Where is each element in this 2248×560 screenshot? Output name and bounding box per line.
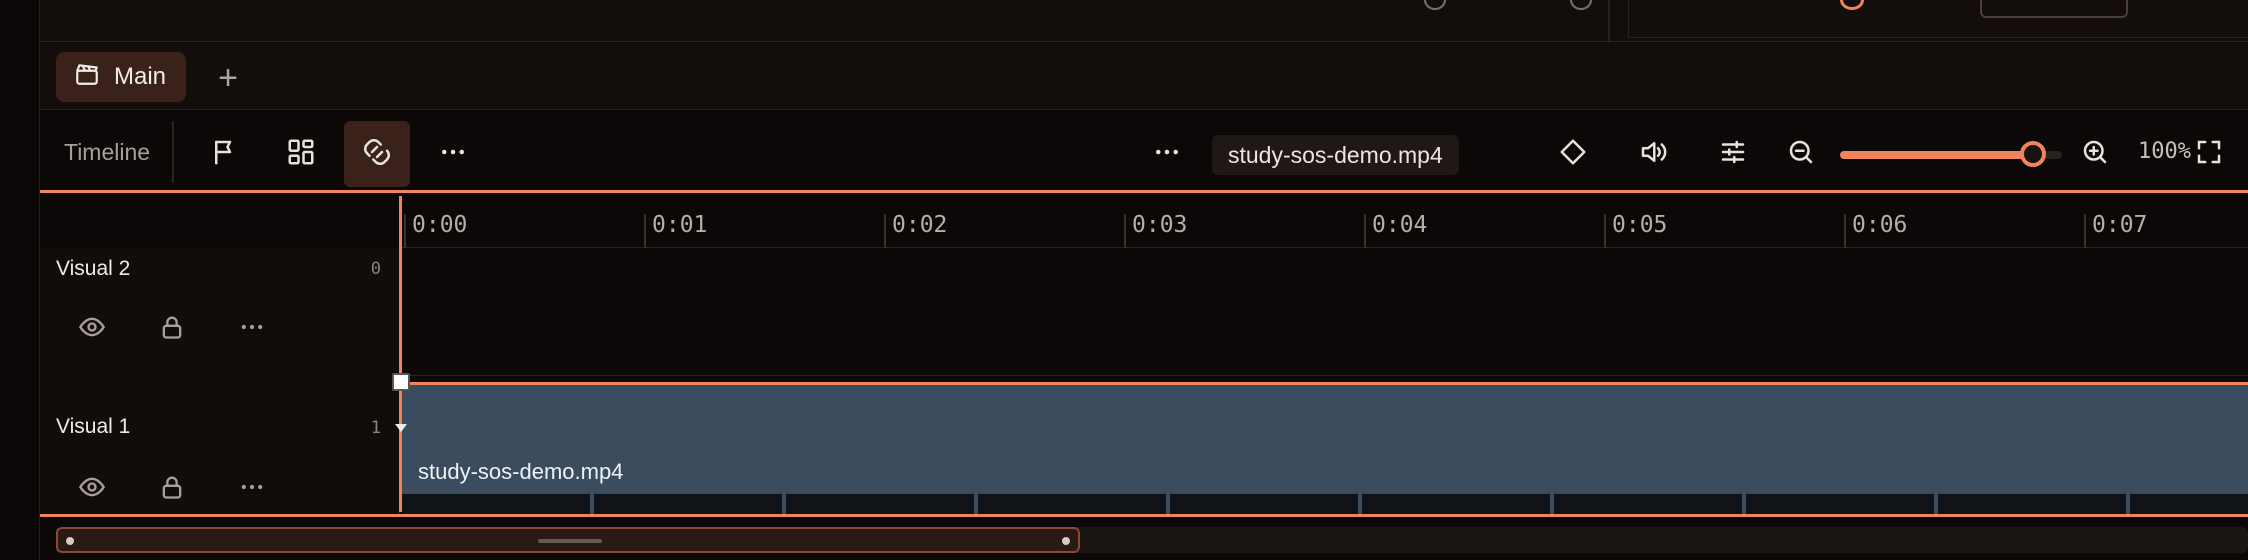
sliders-icon bbox=[1718, 137, 1748, 172]
scrollbar-grip[interactable] bbox=[538, 539, 602, 543]
more-horizontal-icon bbox=[238, 473, 266, 506]
clapperboard-icon bbox=[74, 61, 100, 94]
icon-fragment[interactable] bbox=[1424, 0, 1446, 10]
keyframe-button[interactable] bbox=[1540, 121, 1606, 187]
ruler-tick-label: 0:06 bbox=[1852, 212, 1908, 238]
track-name: Visual 1 bbox=[56, 415, 131, 438]
ruler-tick bbox=[644, 214, 646, 248]
track-name: Visual 2 bbox=[56, 257, 131, 280]
timeline-ruler[interactable]: 0:00 0:01 0:02 0:03 0:04 0:05 0:06 0:07 bbox=[40, 196, 2248, 248]
volume-button[interactable] bbox=[1620, 121, 1686, 187]
track-header-visual-1: Visual 1 1 bbox=[40, 377, 400, 514]
zoom-in-button[interactable] bbox=[2062, 121, 2128, 187]
markers-button[interactable] bbox=[192, 121, 258, 187]
ruler-tick bbox=[404, 214, 406, 248]
visibility-toggle[interactable] bbox=[74, 471, 110, 507]
ruler-tick bbox=[1844, 214, 1846, 248]
flag-icon bbox=[210, 137, 240, 172]
video-clip[interactable]: study-sos-demo.mp4 bbox=[402, 382, 2248, 514]
playhead[interactable] bbox=[399, 196, 402, 512]
horizontal-scrollbar-area bbox=[40, 514, 2248, 560]
track-lane-visual-2[interactable] bbox=[401, 249, 2248, 376]
zoom-slider-fill bbox=[1840, 151, 2033, 159]
more-horizontal-icon bbox=[438, 137, 468, 172]
scrollbar-thumb[interactable] bbox=[56, 527, 1080, 553]
timeline-toolbar: Timeline study-sos-demo.mp4 100% bbox=[40, 111, 2248, 193]
track-more-button[interactable] bbox=[234, 311, 270, 347]
zoom-out-button[interactable] bbox=[1768, 121, 1834, 187]
zoom-in-icon bbox=[2080, 137, 2110, 172]
clip-label: study-sos-demo.mp4 bbox=[418, 459, 624, 484]
adjustments-button[interactable] bbox=[1700, 121, 1766, 187]
playhead-handle[interactable] bbox=[392, 373, 410, 391]
track-collapse-arrow-icon[interactable] bbox=[395, 424, 407, 432]
icon-fragment[interactable] bbox=[1570, 0, 1592, 10]
more-options-button[interactable] bbox=[420, 121, 486, 187]
diamond-icon bbox=[1558, 137, 1588, 172]
fullscreen-button[interactable] bbox=[2176, 121, 2242, 187]
lock-toggle[interactable] bbox=[154, 471, 190, 507]
ruler-tick bbox=[2084, 214, 2086, 248]
ruler-tick bbox=[884, 214, 886, 248]
zoom-slider-thumb[interactable] bbox=[2020, 141, 2046, 167]
ruler-tick-label: 0:03 bbox=[1132, 212, 1188, 238]
ruler-tick-label: 0:02 bbox=[892, 212, 948, 238]
fullscreen-icon bbox=[2194, 137, 2224, 172]
top-panel-fragment bbox=[40, 0, 2248, 42]
eye-icon bbox=[78, 473, 106, 506]
lock-icon bbox=[158, 313, 186, 346]
ruler-tick-label: 0:04 bbox=[1372, 212, 1428, 238]
ruler-tick bbox=[1604, 214, 1606, 248]
eye-icon bbox=[78, 313, 106, 346]
ruler-tick bbox=[1124, 214, 1126, 248]
zoom-slider[interactable] bbox=[1840, 141, 2062, 167]
lock-toggle[interactable] bbox=[154, 311, 190, 347]
ruler-tick bbox=[1364, 214, 1366, 248]
tab-main-label: Main bbox=[114, 63, 167, 90]
horizontal-scrollbar[interactable] bbox=[56, 527, 2248, 553]
more-horizontal-icon bbox=[1152, 137, 1182, 172]
tab-main[interactable]: Main bbox=[56, 52, 187, 102]
left-edge-strip bbox=[0, 0, 40, 560]
panel-divider[interactable] bbox=[1608, 0, 1610, 42]
track-index: 1 bbox=[370, 418, 381, 438]
ruler-tick-label: 0:05 bbox=[1612, 212, 1668, 238]
snap-magnet-button[interactable] bbox=[344, 121, 410, 187]
lock-icon bbox=[158, 473, 186, 506]
track-more-button[interactable] bbox=[234, 471, 270, 507]
scrollbar-right-handle[interactable] bbox=[1062, 537, 1070, 545]
ruler-tick-label: 0:07 bbox=[2092, 212, 2148, 238]
zoom-out-icon bbox=[1786, 137, 1816, 172]
ruler-tick-label: 0:01 bbox=[652, 212, 708, 238]
track-header-visual-2: Visual 2 0 bbox=[40, 249, 400, 376]
toolbar-separator bbox=[172, 121, 174, 183]
layout-grid-icon bbox=[286, 137, 316, 172]
add-tab-button[interactable]: + bbox=[208, 58, 248, 98]
ruler-tick-label: 0:00 bbox=[412, 212, 468, 238]
file-more-button[interactable] bbox=[1134, 121, 1200, 187]
current-file-name[interactable]: study-sos-demo.mp4 bbox=[1212, 135, 1459, 175]
button-fragment[interactable] bbox=[1980, 0, 2128, 18]
ruler-header-spacer bbox=[40, 196, 400, 248]
more-horizontal-icon bbox=[238, 313, 266, 346]
volume-icon bbox=[1638, 137, 1668, 172]
right-panel-fragment bbox=[1628, 0, 2248, 38]
visibility-toggle[interactable] bbox=[74, 311, 110, 347]
clip-filmstrip bbox=[402, 494, 2248, 514]
layout-button[interactable] bbox=[268, 121, 334, 187]
timeline-title: Timeline bbox=[64, 139, 151, 165]
tabs-bar: Main + bbox=[40, 42, 2248, 110]
scrollbar-left-handle[interactable] bbox=[66, 537, 74, 545]
magnet-icon bbox=[362, 137, 392, 172]
track-index: 0 bbox=[370, 259, 381, 279]
